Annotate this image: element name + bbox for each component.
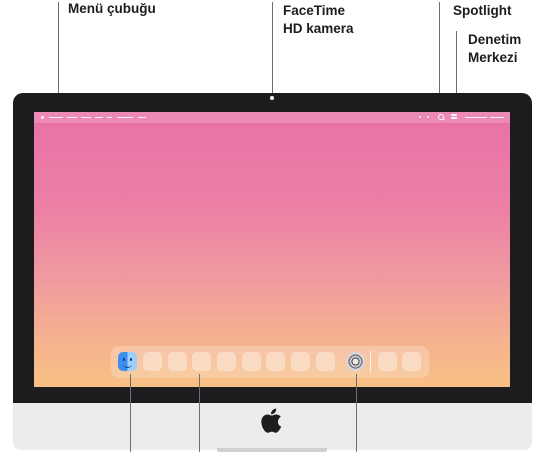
- menu-bar[interactable]: [34, 112, 510, 123]
- dock-app-icon[interactable]: [217, 352, 236, 371]
- menu-item[interactable]: [67, 117, 77, 118]
- spotlight-search-icon[interactable]: [438, 114, 444, 120]
- control-center-icon[interactable]: [451, 114, 457, 120]
- status-icon[interactable]: [427, 116, 429, 118]
- dock-app-icon[interactable]: [143, 352, 162, 371]
- menu-item[interactable]: [117, 117, 133, 118]
- dock-leader-line: [199, 374, 200, 452]
- dock-app-icon[interactable]: [316, 352, 335, 371]
- menu-bar-clock[interactable]: [490, 117, 504, 118]
- camera-leader-line: [272, 2, 273, 94]
- dock-app-icon[interactable]: [192, 352, 211, 371]
- finder-leader-line: [130, 374, 131, 452]
- dock: [111, 346, 429, 378]
- control-center-callout-line2: Merkezi: [468, 50, 518, 65]
- facetime-camera: [270, 96, 274, 100]
- dock-app-icon[interactable]: [168, 352, 187, 371]
- dock-app-icon[interactable]: [402, 352, 421, 371]
- apple-menu-icon[interactable]: [41, 116, 44, 119]
- menu-bar-callout: Menü çubuğu: [68, 1, 156, 16]
- dock-app-icon[interactable]: [378, 352, 397, 371]
- finder-icon[interactable]: [118, 352, 137, 371]
- dock-app-icon[interactable]: [242, 352, 261, 371]
- system-settings-icon[interactable]: [346, 352, 365, 371]
- control-center-callout-line1: Denetim: [468, 32, 522, 47]
- system-settings-leader-line: [356, 374, 357, 452]
- apple-logo-icon: [261, 408, 282, 433]
- menu-item[interactable]: [81, 117, 91, 118]
- facetime-camera-callout-line2: HD kamera: [283, 21, 354, 36]
- dock-app-icon[interactable]: [291, 352, 310, 371]
- menu-item[interactable]: [49, 117, 63, 118]
- imac-stand: [217, 448, 327, 452]
- facetime-camera-callout-line1: FaceTime: [283, 3, 346, 18]
- status-icon[interactable]: [419, 116, 421, 118]
- spotlight-callout: Spotlight: [453, 3, 512, 18]
- menu-item[interactable]: [95, 117, 103, 118]
- menu-item[interactable]: [138, 117, 146, 118]
- dock-separator: [370, 351, 371, 373]
- menu-item[interactable]: [107, 117, 112, 118]
- menu-bar-clock[interactable]: [465, 117, 487, 118]
- dock-app-icon[interactable]: [266, 352, 285, 371]
